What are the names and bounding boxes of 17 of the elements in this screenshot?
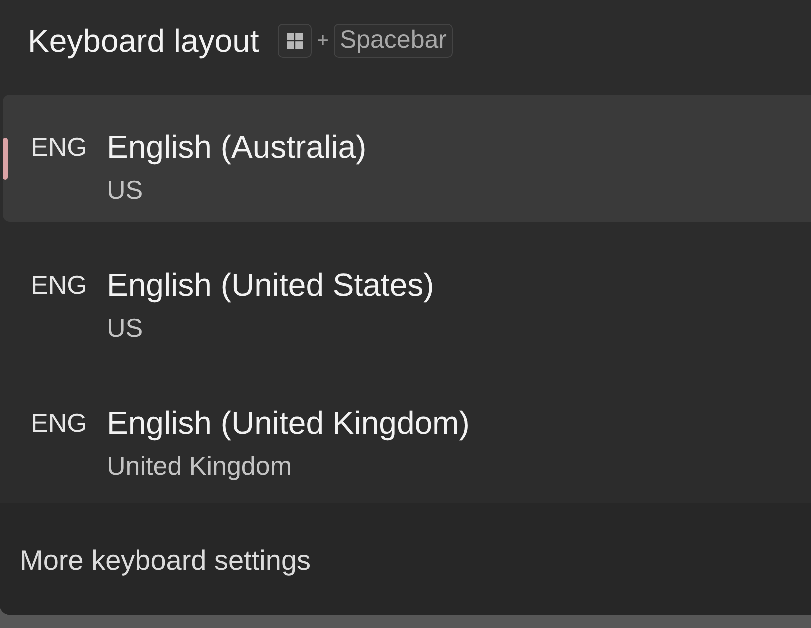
layout-name: US (107, 313, 144, 343)
language-code: ENG (31, 407, 88, 440)
layout-name: United Kingdom (107, 451, 292, 481)
flyout-title: Keyboard layout (28, 22, 260, 61)
layout-name: US (107, 175, 144, 205)
language-name: English (United Kingdom) (107, 404, 470, 442)
windows-logo-icon (287, 33, 304, 49)
key-badge: Spacebar (334, 24, 453, 58)
plus-sign: + (317, 29, 329, 54)
layout-item[interactable]: ENG English (United Kingdom) United Kingdom (3, 371, 811, 498)
language-code: ENG (31, 269, 88, 302)
language-name: English (Australia) (107, 128, 367, 166)
more-settings-link[interactable]: More keyboard settings (20, 540, 312, 582)
layout-item[interactable]: ENG English (United States) US (3, 233, 811, 360)
layout-item[interactable]: ENG English (Australia) US (3, 95, 811, 222)
language-name: English (United States) (107, 266, 434, 304)
language-code: ENG (31, 131, 88, 164)
